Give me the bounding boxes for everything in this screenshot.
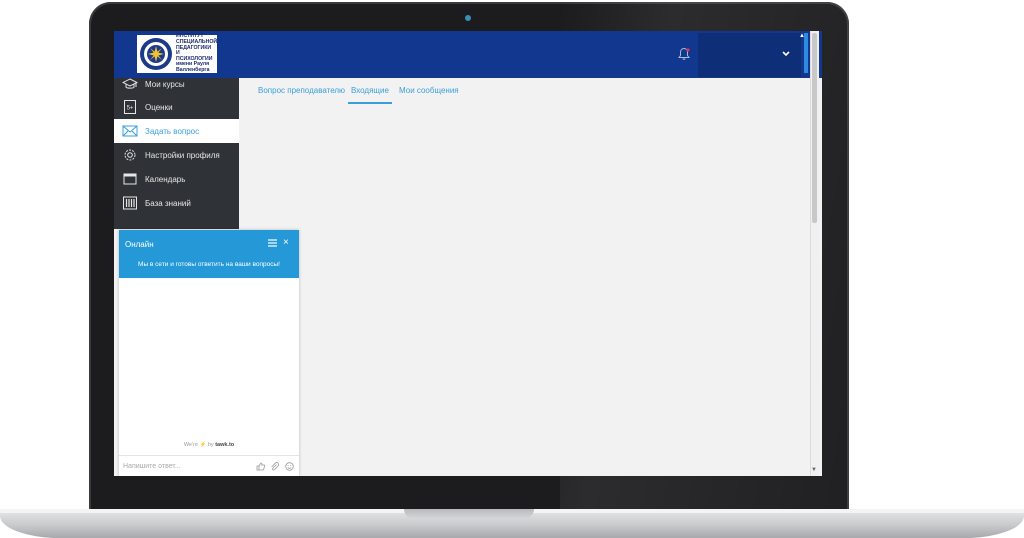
page-scrollbar[interactable] (810, 31, 819, 476)
grade-5plus-icon: 5+ (124, 100, 136, 114)
institute-logo[interactable]: ИНСТИТУТ СПЕЦИАЛЬНОЙ ПЕДАГОГИКИ И ПСИХОЛ… (137, 33, 218, 73)
library-icon (123, 196, 137, 210)
bolt-icon: ⚡ (199, 442, 207, 448)
sidebar-item-label: Мои курсы (145, 79, 185, 89)
chat-input-row (119, 455, 299, 476)
powered-brand: tawk.to (215, 442, 235, 448)
chevron-down-icon[interactable] (781, 50, 791, 58)
powered-by-word: by (207, 442, 214, 448)
sun-emblem-icon (140, 38, 172, 70)
chat-header: Онлайн × Мы в сети и готовы ответить на … (119, 230, 299, 278)
sidebar-item-label: Настройки профиля (145, 150, 220, 160)
tab-my-messages[interactable]: Мои сообщения (399, 86, 459, 102)
calendar-icon (123, 173, 137, 185)
gear-icon (124, 149, 136, 161)
sidebar-item-label: База знаний (145, 198, 191, 208)
sidebar-item-ask-question[interactable]: Задать вопрос (114, 119, 239, 143)
chat-widget: Онлайн × Мы в сети и готовы ответить на … (119, 230, 299, 476)
page-scroll-thumb[interactable] (812, 33, 817, 223)
paperclip-icon[interactable] (270, 462, 279, 471)
sidebar: Мои курсы 5+ Оценки Задать вопрос Настро… (114, 78, 239, 229)
thumbs-up-icon[interactable] (256, 462, 265, 471)
sidebar-item-label: Календарь (145, 174, 186, 184)
sidebar-item-label: Оценки (145, 102, 173, 112)
camera-icon (465, 15, 471, 21)
tab-inbox[interactable]: Входящие (348, 86, 392, 104)
svg-text:5+: 5+ (127, 106, 134, 112)
scroll-down-arrow-icon[interactable]: ▼ (811, 467, 817, 473)
menu-icon[interactable] (268, 239, 277, 247)
sidebar-item-my-courses[interactable]: Мои курсы (114, 72, 239, 96)
laptop-base-notch (404, 509, 534, 519)
envelope-icon (122, 125, 138, 137)
sidebar-item-calendar[interactable]: Календарь (114, 167, 239, 191)
chat-title: Онлайн (125, 240, 154, 249)
sidebar-item-knowledge-base[interactable]: База знаний (114, 191, 239, 215)
tab-ask-teacher[interactable]: Вопрос преподавателю (258, 86, 345, 102)
bell-icon[interactable] (677, 47, 691, 61)
graduation-cap-icon (122, 78, 138, 89)
chat-message-input[interactable] (123, 460, 243, 473)
screen: ИНСТИТУТ СПЕЦИАЛЬНОЙ ПЕДАГОГИКИ И ПСИХОЛ… (114, 31, 822, 476)
powered-prefix: We're (183, 442, 198, 448)
scroll-up-arrow-icon[interactable]: ▲ (799, 33, 805, 39)
smiley-icon[interactable] (285, 462, 294, 471)
top-bar: ИНСТИТУТ СПЕЦИАЛЬНОЙ ПЕДАГОГИКИ И ПСИХОЛ… (114, 31, 822, 78)
sidebar-item-label: Задать вопрос (145, 126, 200, 136)
logo-text: ИНСТИТУТ СПЕЦИАЛЬНОЙ ПЕДАГОГИКИ И ПСИХОЛ… (176, 33, 218, 73)
header-scroll-thumb[interactable] (804, 33, 808, 73)
sidebar-item-profile-settings[interactable]: Настройки профиля (114, 143, 239, 167)
close-icon[interactable]: × (283, 237, 289, 248)
sidebar-item-grades[interactable]: 5+ Оценки (114, 95, 239, 119)
powered-by[interactable]: We're ⚡ by tawk.to (119, 442, 299, 448)
chat-status-message: Мы в сети и готовы ответить на ваши вопр… (138, 261, 280, 268)
